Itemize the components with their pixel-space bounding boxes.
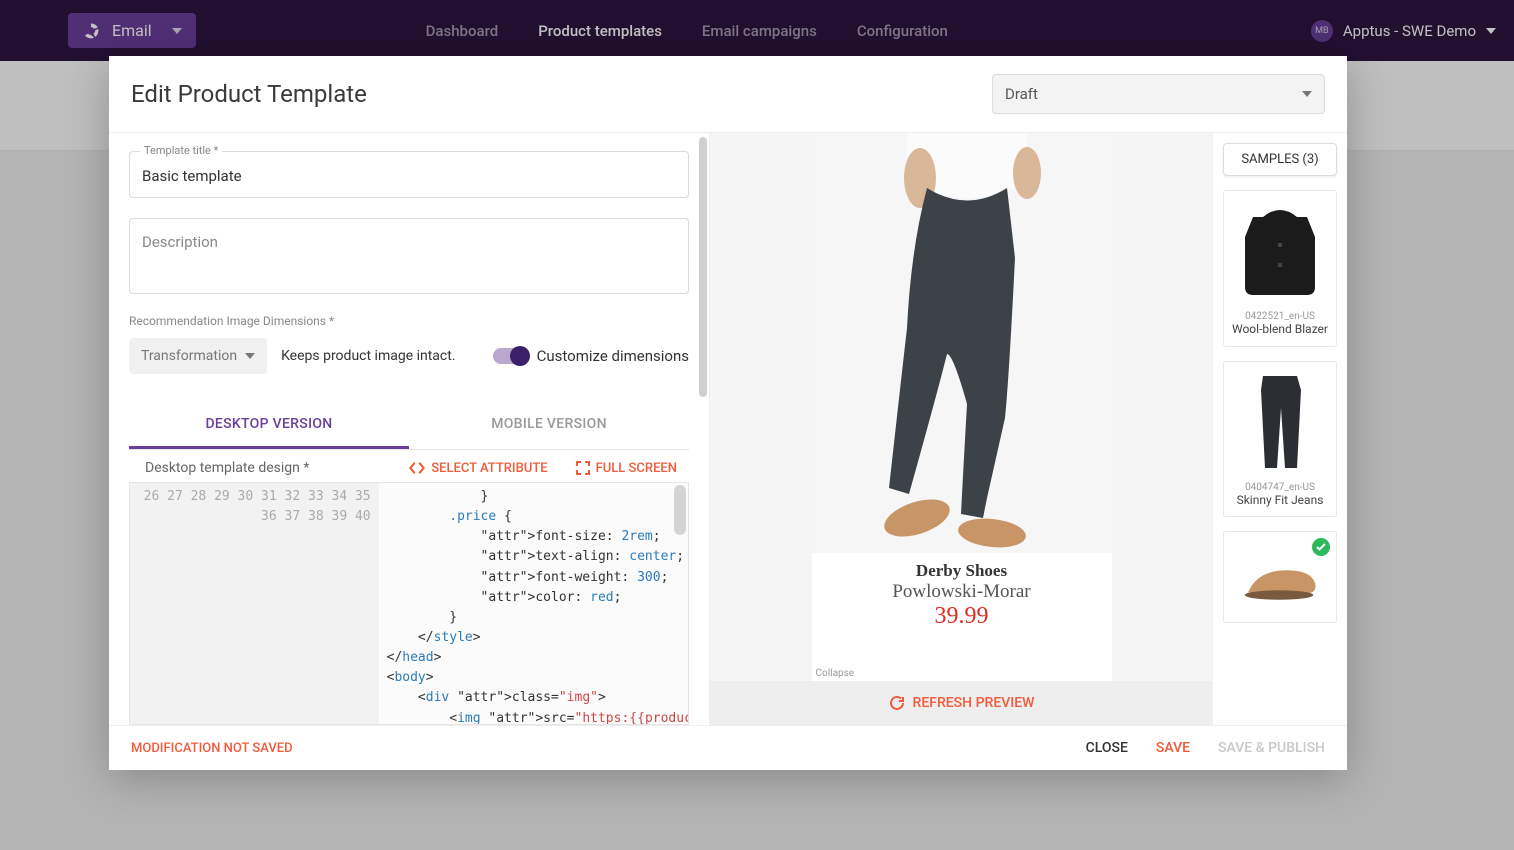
dims-help-text: Keeps product image intact. <box>281 348 455 364</box>
edit-template-modal: Edit Product Template Draft Template tit… <box>109 56 1347 770</box>
tab-desktop[interactable]: DESKTOP VERSION <box>129 402 409 449</box>
code-content[interactable]: } .price { "attr">font-size: 2rem; "attr… <box>379 483 688 724</box>
preview-meta: Derby Shoes Powlowski-Morar 39.99 <box>812 553 1112 640</box>
left-pane-scrollbar[interactable] <box>697 133 709 725</box>
sample-item[interactable] <box>1223 531 1337 623</box>
fullscreen-icon <box>576 461 590 475</box>
template-title-input[interactable] <box>142 167 676 185</box>
code-editor[interactable]: 26 27 28 29 30 31 32 33 34 35 36 37 38 3… <box>129 482 689 725</box>
preview-product-brand: Powlowski-Morar <box>812 581 1112 603</box>
status-select[interactable]: Draft <box>992 74 1325 114</box>
check-icon <box>1312 538 1330 556</box>
customize-dimensions-toggle[interactable] <box>493 348 527 364</box>
transformation-select[interactable]: Transformation <box>129 338 267 374</box>
preview-pane: Derby Shoes Powlowski-Morar 39.99 Collap… <box>710 133 1347 725</box>
samples-button[interactable]: SAMPLES (3) <box>1223 143 1337 176</box>
sample-item[interactable]: 0404747_en-US Skinny Fit Jeans <box>1223 361 1337 518</box>
save-publish-button[interactable]: SAVE & PUBLISH <box>1218 740 1325 756</box>
modal-footer: MODIFICATION NOT SAVED CLOSE SAVE SAVE &… <box>109 725 1347 770</box>
code-icon <box>409 462 425 474</box>
version-tabs: DESKTOP VERSION MOBILE VERSION <box>129 402 689 450</box>
editor-toolbar: Desktop template design * SELECT ATTRIBU… <box>129 450 689 482</box>
dimensions-row: Transformation Keeps product image intac… <box>129 338 689 374</box>
sample-name: Skinny Fit Jeans <box>1228 493 1332 509</box>
select-attribute-button[interactable]: SELECT ATTRIBUTE <box>409 461 547 476</box>
sample-thumbnail <box>1233 368 1327 478</box>
product-image <box>812 133 1112 553</box>
field-label: Template title * <box>140 144 222 157</box>
sample-thumbnail <box>1233 197 1327 307</box>
description-field[interactable] <box>129 218 689 294</box>
modal-header: Edit Product Template Draft <box>109 56 1347 133</box>
refresh-preview-button[interactable]: REFRESH PREVIEW <box>710 681 1213 725</box>
save-button[interactable]: SAVE <box>1156 740 1190 756</box>
chevron-down-icon <box>245 353 255 359</box>
transformation-value: Transformation <box>141 348 237 364</box>
description-input[interactable] <box>142 233 676 277</box>
close-button[interactable]: CLOSE <box>1086 740 1128 756</box>
modal-title: Edit Product Template <box>131 80 367 108</box>
editor-pane: Template title * Recommendation Image Di… <box>109 133 710 725</box>
refresh-icon <box>889 695 905 711</box>
collapse-button[interactable]: Collapse <box>816 668 855 679</box>
customize-dimensions-label: Customize dimensions <box>537 347 689 365</box>
sample-sku: 0422521_en-US <box>1228 311 1332 322</box>
not-saved-label: MODIFICATION NOT SAVED <box>131 741 293 756</box>
samples-column: SAMPLES (3) 0422521_en-US Wool-blend Bla… <box>1213 133 1347 725</box>
tab-mobile[interactable]: MOBILE VERSION <box>409 402 689 449</box>
sample-name: Wool-blend Blazer <box>1228 322 1332 338</box>
preview-product-name: Derby Shoes <box>812 561 1112 581</box>
full-screen-button[interactable]: FULL SCREEN <box>576 461 677 476</box>
chevron-down-icon <box>1302 91 1312 97</box>
template-title-field[interactable]: Template title * <box>129 151 689 198</box>
editor-scrollbar[interactable] <box>674 485 686 535</box>
dims-section-label: Recommendation Image Dimensions * <box>129 314 689 328</box>
editor-title: Desktop template design * <box>145 460 309 476</box>
preview-product-price: 39.99 <box>812 603 1112 630</box>
status-value: Draft <box>1005 85 1038 103</box>
sample-item[interactable]: 0422521_en-US Wool-blend Blazer <box>1223 190 1337 347</box>
preview-card: Derby Shoes Powlowski-Morar 39.99 Collap… <box>812 133 1112 681</box>
sample-sku: 0404747_en-US <box>1228 482 1332 493</box>
code-gutter: 26 27 28 29 30 31 32 33 34 35 36 37 38 3… <box>130 483 379 724</box>
